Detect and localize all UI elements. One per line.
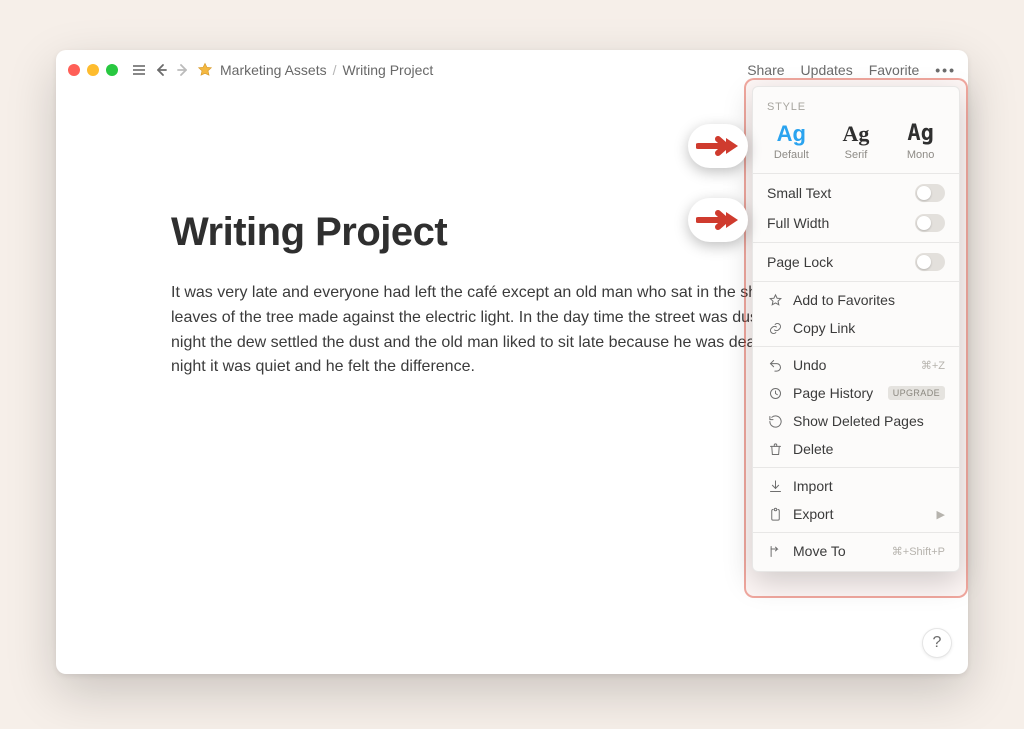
font-label-default: Default <box>774 149 809 161</box>
share-button[interactable]: Share <box>747 62 784 78</box>
font-style-serif[interactable]: Ag Serif <box>828 123 884 161</box>
export-icon <box>767 506 783 522</box>
annotation-arrow-2 <box>688 198 748 242</box>
upgrade-badge: UPGRADE <box>888 386 945 400</box>
menu-icon[interactable] <box>128 59 150 81</box>
favorite-button[interactable]: Favorite <box>869 62 920 78</box>
delete-item[interactable]: Delete <box>753 435 959 463</box>
delete-label: Delete <box>793 441 833 457</box>
show-deleted-label: Show Deleted Pages <box>793 413 924 429</box>
annotation-arrow-1 <box>688 124 748 168</box>
top-bar: Marketing Assets / Writing Project Share… <box>56 50 968 90</box>
top-actions: Share Updates Favorite ••• <box>747 62 956 78</box>
small-text-label: Small Text <box>767 185 831 201</box>
copy-link-label: Copy Link <box>793 320 855 336</box>
more-menu-button[interactable]: ••• <box>935 62 956 78</box>
trash-icon <box>767 441 783 457</box>
import-label: Import <box>793 478 833 494</box>
move-to-icon <box>767 543 783 559</box>
minimize-window-button[interactable] <box>87 64 99 76</box>
restore-icon <box>767 413 783 429</box>
back-button[interactable] <box>150 59 172 81</box>
copy-link-item[interactable]: Copy Link <box>753 314 959 342</box>
favorite-star-icon[interactable] <box>194 59 216 81</box>
undo-item[interactable]: Undo ⌘+Z <box>753 351 959 379</box>
undo-shortcut: ⌘+Z <box>921 359 945 372</box>
font-label-mono: Mono <box>907 149 935 161</box>
page-body-text[interactable]: It was very late and everyone had left t… <box>171 281 853 380</box>
forward-button[interactable] <box>172 59 194 81</box>
link-icon <box>767 320 783 336</box>
page-history-label: Page History <box>793 385 873 401</box>
font-style-default[interactable]: Ag Default <box>763 123 819 161</box>
move-to-shortcut: ⌘+Shift+P <box>892 545 945 558</box>
font-style-mono[interactable]: Ag Mono <box>893 123 949 161</box>
fullscreen-window-button[interactable] <box>106 64 118 76</box>
chevron-right-icon: ▶ <box>937 508 945 521</box>
undo-label: Undo <box>793 357 826 373</box>
ag-sample-serif: Ag <box>843 123 870 145</box>
close-window-button[interactable] <box>68 64 80 76</box>
add-to-favorites-item[interactable]: Add to Favorites <box>753 286 959 314</box>
page-lock-label: Page Lock <box>767 254 833 270</box>
full-width-toggle[interactable] <box>915 214 945 232</box>
full-width-label: Full Width <box>767 215 829 231</box>
page-history-item[interactable]: Page History UPGRADE <box>753 379 959 407</box>
move-to-item[interactable]: Move To ⌘+Shift+P <box>753 537 959 565</box>
breadcrumb-parent[interactable]: Marketing Assets <box>220 62 327 78</box>
undo-icon <box>767 357 783 373</box>
font-style-row: Ag Default Ag Serif Ag Mono <box>753 123 959 169</box>
ag-sample-default: Ag <box>777 123 806 145</box>
export-item[interactable]: Export ▶ <box>753 500 959 528</box>
updates-button[interactable]: Updates <box>801 62 853 78</box>
page-options-panel: STYLE Ag Default Ag Serif Ag Mono Small … <box>752 86 960 572</box>
breadcrumb-current[interactable]: Writing Project <box>343 62 434 78</box>
small-text-toggle[interactable] <box>915 184 945 202</box>
window-controls <box>68 64 118 76</box>
ag-sample-mono: Ag <box>907 123 934 145</box>
star-outline-icon <box>767 292 783 308</box>
full-width-toggle-row[interactable]: Full Width <box>753 208 959 238</box>
breadcrumb: Marketing Assets / Writing Project <box>220 62 433 78</box>
page-lock-toggle[interactable] <box>915 253 945 271</box>
export-label: Export <box>793 506 833 522</box>
small-text-toggle-row[interactable]: Small Text <box>753 178 959 208</box>
move-to-label: Move To <box>793 543 846 559</box>
font-label-serif: Serif <box>845 149 868 161</box>
page-lock-toggle-row[interactable]: Page Lock <box>753 247 959 277</box>
history-icon <box>767 385 783 401</box>
breadcrumb-separator: / <box>333 62 337 78</box>
page-title[interactable]: Writing Project <box>171 210 853 255</box>
import-item[interactable]: Import <box>753 472 959 500</box>
style-heading: STYLE <box>753 95 959 123</box>
add-to-favorites-label: Add to Favorites <box>793 292 895 308</box>
show-deleted-item[interactable]: Show Deleted Pages <box>753 407 959 435</box>
import-icon <box>767 478 783 494</box>
help-button[interactable]: ? <box>922 628 952 658</box>
